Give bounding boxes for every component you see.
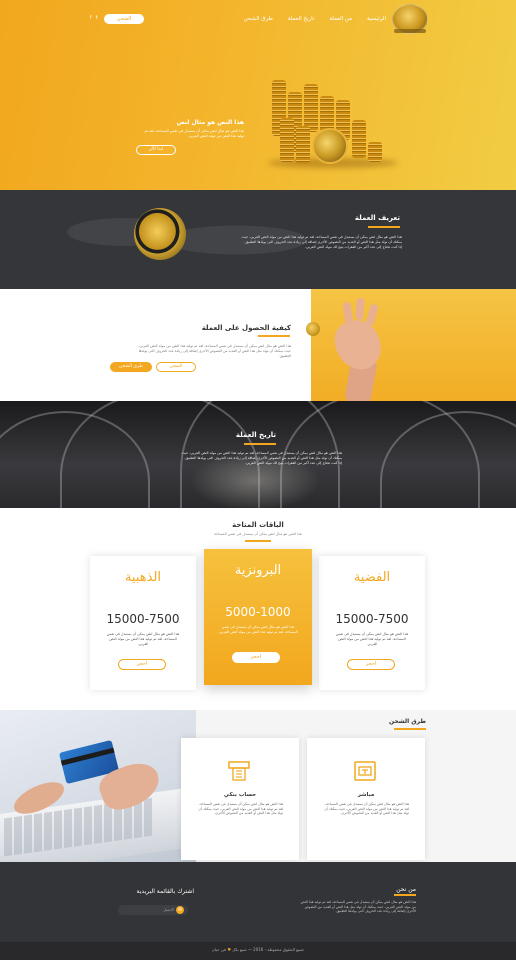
how-title: كيفية الحصول على العملة bbox=[201, 324, 291, 332]
how-text: هذا النص هو مثال لنص يمكن أن يستبدل في ن… bbox=[138, 344, 291, 358]
facebook-icon[interactable]: f bbox=[90, 15, 92, 21]
nav-charge-methods[interactable]: طرق الشحن bbox=[244, 16, 273, 22]
start-now-button[interactable]: ابدأ الآن bbox=[136, 145, 176, 155]
nav-home[interactable]: الرئيسية bbox=[367, 16, 386, 22]
history-title: تاريخ العملة bbox=[235, 431, 276, 439]
made-by-label: صنع بكل bbox=[232, 947, 247, 952]
bank-machine-icon bbox=[228, 761, 250, 781]
definition-section: تعريف العملة هذا النص هو مثال لنص يمكن أ… bbox=[0, 190, 516, 289]
newsletter-email-input[interactable]: الايميل bbox=[124, 906, 174, 914]
packages-section: الباقات المتاحة هذا النص هو مثال لنص يمك… bbox=[0, 508, 516, 710]
newsletter-submit-button[interactable]: ✉ bbox=[176, 906, 184, 914]
method-text: هذا النص هو مثال لنص يمكن أن يستبدل في ن… bbox=[324, 802, 409, 816]
method-name: مباشر bbox=[357, 792, 375, 798]
copyright-bar: جميع الحقوق محفوظة - 2016 — صنع بكل ♥ في… bbox=[0, 942, 516, 960]
nav-coin-history[interactable]: تاريخ العملة bbox=[288, 16, 315, 22]
title-underline bbox=[245, 540, 271, 542]
twitter-icon[interactable]: t bbox=[96, 15, 98, 21]
package-text: هذا النص هو مثال لنص يمكن أن يستبدل في ن… bbox=[106, 632, 180, 646]
package-card-bronze: البرونزية 5000-1000 هذا النص هو مثال لنص… bbox=[204, 549, 312, 685]
method-card-direct[interactable]: مباشر هذا النص هو مثال لنص يمكن أن يستبد… bbox=[307, 738, 425, 860]
copyright-label: جميع الحقوق محفوظة - 2016 bbox=[253, 947, 305, 952]
book-button[interactable]: احجز bbox=[347, 659, 395, 670]
newsletter-title: اشترك بالقائمة البريدية bbox=[136, 888, 194, 895]
hero-text: هذا النص هو مثال لنص يمكن أن يستبدل في ن… bbox=[144, 129, 244, 138]
package-name: البرونزية bbox=[234, 563, 282, 578]
title-underline bbox=[394, 728, 426, 730]
hero-title: هذا النص هو مثال لنص bbox=[176, 119, 244, 126]
heart-icon: ♥ bbox=[227, 947, 231, 952]
packages-subtitle: هذا النص هو مثال لنص يمكن أن يستبدل في ن… bbox=[214, 532, 302, 536]
nav-about-coin[interactable]: من العملة bbox=[329, 16, 352, 22]
book-button[interactable]: احجز bbox=[118, 659, 166, 670]
main-nav: الرئيسية من العملة تاريخ العملة طرق الشح… bbox=[244, 16, 386, 22]
method-name: حساب بنكي bbox=[223, 792, 257, 798]
title-underline bbox=[394, 894, 416, 896]
package-name: الفضية bbox=[353, 570, 391, 585]
charge-methods-button[interactable]: طرق الشحن bbox=[110, 362, 152, 372]
definition-text: هذا النص هو مثال لنص يمكن أن يستبدل في ن… bbox=[241, 235, 402, 249]
package-range: 15000-7500 bbox=[335, 612, 409, 626]
big-coin-image bbox=[312, 128, 348, 164]
about-title: من نحن bbox=[396, 886, 416, 893]
atm-icon bbox=[354, 761, 376, 781]
history-text: هذا النص هو مثال لنص يمكن أن يستبدل في ن… bbox=[181, 451, 342, 465]
charge-button[interactable]: الشحن bbox=[104, 14, 144, 24]
history-section: تاريخ العملة هذا النص هو مثال لنص يمكن أ… bbox=[0, 401, 516, 508]
book-button[interactable]: احجز bbox=[232, 652, 280, 663]
about-text: هذا النص هو مثال لنص يمكن أن يستبدل في ن… bbox=[300, 900, 416, 914]
finger-shape bbox=[355, 297, 365, 321]
package-range: 5000-1000 bbox=[225, 605, 291, 619]
package-text: هذا النص هو مثال لنص يمكن أن يستبدل في ن… bbox=[218, 625, 298, 634]
logo-wordmark bbox=[394, 29, 426, 33]
packages-title: الباقات المتاحة bbox=[232, 521, 284, 529]
coin-medal-image bbox=[134, 208, 186, 260]
footer: من نحن هذا النص هو مثال لنص يمكن أن يستب… bbox=[0, 862, 516, 942]
how-to-get-section: كيفية الحصول على العملة هذا النص هو مثال… bbox=[0, 289, 516, 401]
package-range: 15000-7500 bbox=[106, 612, 180, 626]
social-links: f t bbox=[90, 15, 98, 21]
title-underline bbox=[258, 335, 290, 337]
made-by-suffix: في حيان bbox=[211, 947, 227, 952]
package-card-gold: الذهبية 15000-7500 هذا النص هو مثال لنص … bbox=[90, 556, 196, 690]
package-name: الذهبية bbox=[124, 570, 162, 585]
methods-title: طرق الشحن bbox=[389, 718, 426, 725]
definition-title: تعريف العملة bbox=[354, 214, 400, 222]
package-card-silver: الفضية 15000-7500 هذا النص هو مثال لنص ي… bbox=[319, 556, 425, 690]
title-underline bbox=[368, 226, 400, 228]
title-underline bbox=[244, 443, 276, 445]
hero-section: الرئيسية من العملة تاريخ العملة طرق الشح… bbox=[0, 0, 516, 190]
method-card-bank[interactable]: حساب بنكي هذا النص هو مثال لنص يمكن أن ي… bbox=[181, 738, 299, 860]
charge-methods-section: طرق الشحن مباشر هذا النص هو مثال لنص يمك… bbox=[0, 710, 516, 862]
method-text: هذا النص هو مثال لنص يمكن أن يستبدل في ن… bbox=[198, 802, 283, 816]
charge-outline-button[interactable]: الشحن bbox=[156, 362, 196, 372]
copyright-text: جميع الحقوق محفوظة - 2016 — صنع بكل ♥ في… bbox=[211, 947, 305, 952]
held-coin-image bbox=[306, 322, 320, 336]
package-text: هذا النص هو مثال لنص يمكن أن يستبدل في ن… bbox=[335, 632, 409, 646]
laptop-card-photo bbox=[0, 710, 200, 862]
